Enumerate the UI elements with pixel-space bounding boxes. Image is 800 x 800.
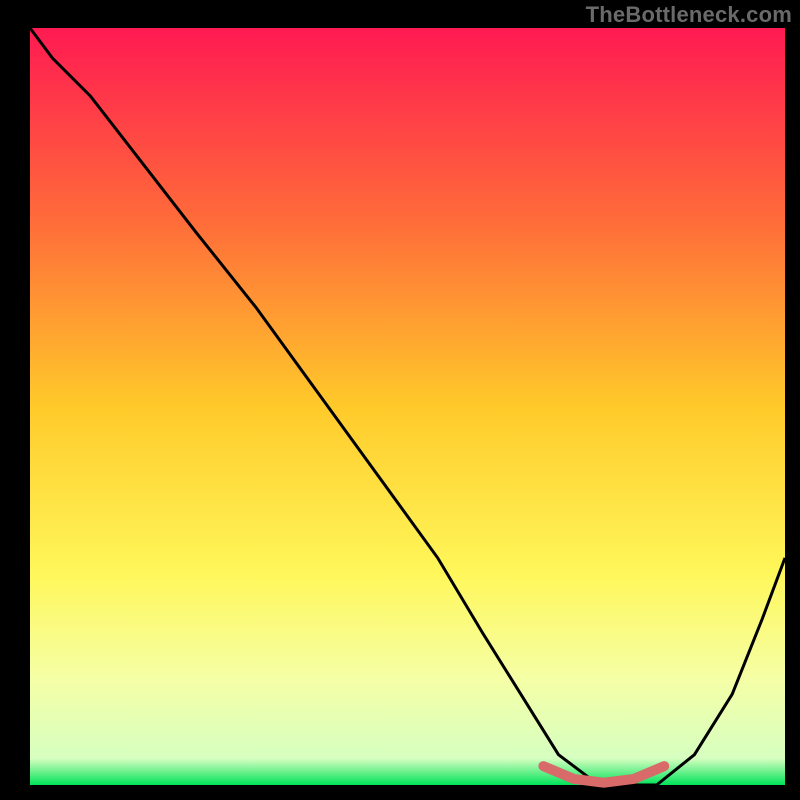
bottleneck-chart: [0, 0, 800, 800]
gradient-background: [30, 28, 785, 785]
chart-frame: TheBottleneck.com: [0, 0, 800, 800]
watermark-text: TheBottleneck.com: [586, 2, 792, 28]
